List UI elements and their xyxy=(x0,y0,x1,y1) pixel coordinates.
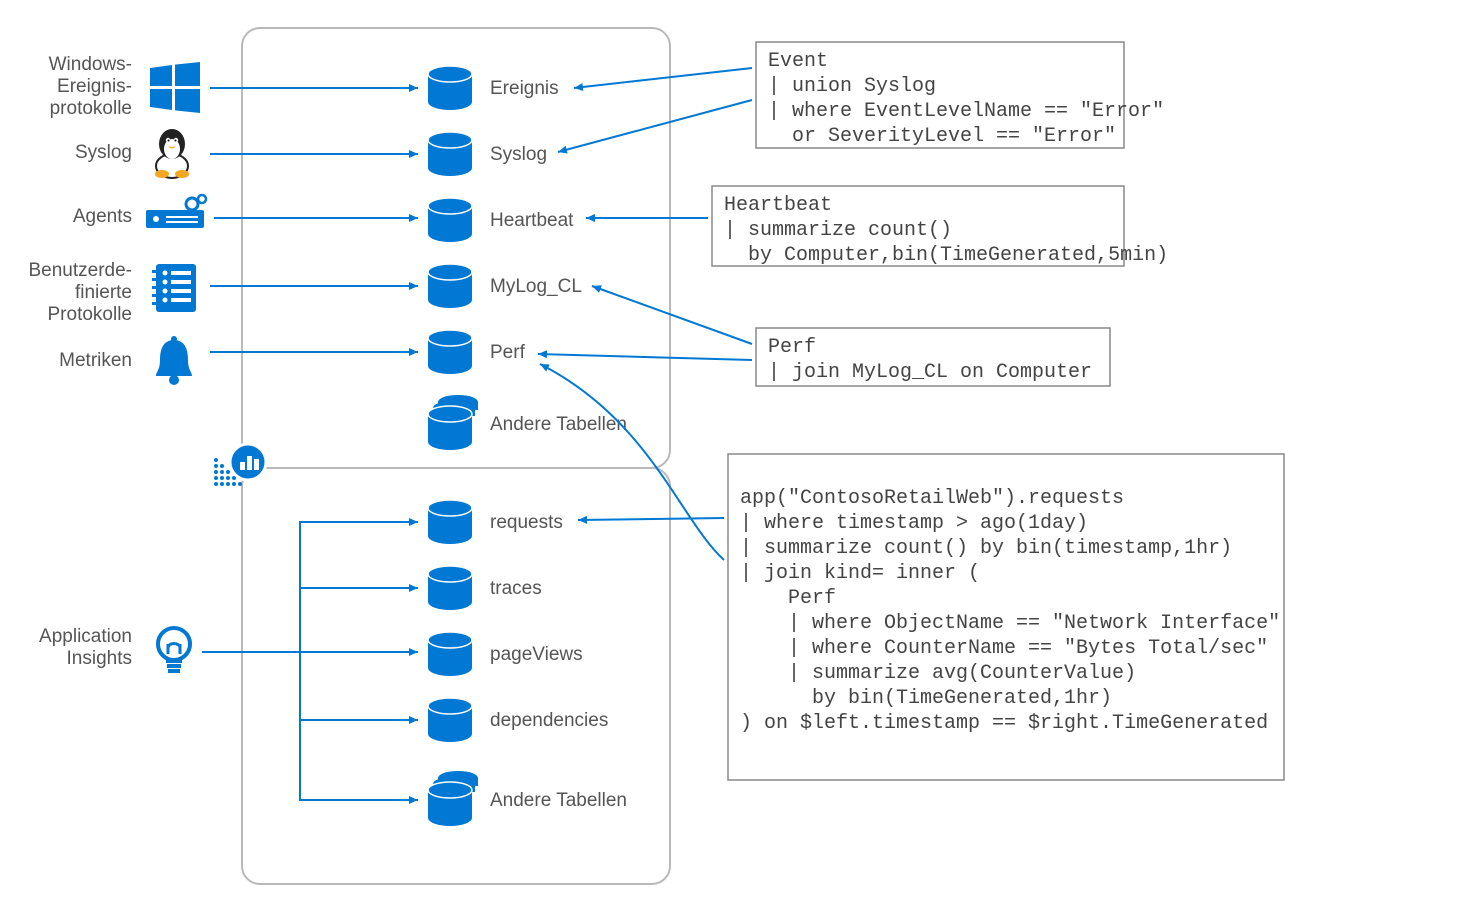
bell-icon xyxy=(156,336,192,385)
query-box-3: Perf| join MyLog_CL on Computer xyxy=(756,328,1110,386)
query-box-1: Event| union Syslog| where EventLevelNam… xyxy=(756,42,1164,148)
table-ereignis: Ereignis xyxy=(428,66,559,110)
source-label: Syslog xyxy=(75,142,132,163)
table-label: requests xyxy=(490,512,563,533)
table-label: Syslog xyxy=(490,144,547,165)
source-syslog: Syslog xyxy=(75,129,189,178)
source-appinsights: ApplicationInsights xyxy=(39,626,190,673)
db-icon xyxy=(428,698,472,742)
table-traces: traces xyxy=(428,566,542,610)
table-dependencies: dependencies xyxy=(428,698,608,742)
db-icon xyxy=(428,66,472,110)
db-icon xyxy=(428,500,472,544)
db-icon xyxy=(428,264,472,308)
source-agents: Agents xyxy=(73,195,206,228)
table-label: Heartbeat xyxy=(490,210,574,231)
source-label: Windows-Ereignis-protokolle xyxy=(49,54,132,119)
table-label: Andere Tabellen xyxy=(490,790,627,811)
query-box-2: Heartbeat| summarize count() by Computer… xyxy=(712,186,1168,267)
analytics-icon xyxy=(214,444,266,486)
table-label: pageViews xyxy=(490,644,583,665)
table-label: dependencies xyxy=(490,710,608,731)
query-box-4: app("ContosoRetailWeb").requests| where … xyxy=(728,454,1284,780)
source-metrics: Metriken xyxy=(59,336,192,385)
table-label: Perf xyxy=(490,342,526,363)
appinsights-arrows xyxy=(202,522,418,800)
table-mylog: MyLog_CL xyxy=(428,264,582,308)
source-label: ApplicationInsights xyxy=(39,626,132,669)
table-pageviews: pageViews xyxy=(428,632,583,676)
table-label: Ereignis xyxy=(490,78,559,99)
bulb-icon xyxy=(158,628,190,673)
server-icon xyxy=(146,195,206,228)
table-other-2: Andere Tabellen xyxy=(428,771,627,826)
source-windows: Windows-Ereignis-protokolle xyxy=(49,54,200,119)
table-perf: Perf xyxy=(428,330,526,374)
source-label: Benutzerde-finierteProtokolle xyxy=(28,260,132,325)
table-label: Andere Tabellen xyxy=(490,414,627,435)
db-icon xyxy=(428,330,472,374)
source-label: Agents xyxy=(73,206,132,227)
table-label: MyLog_CL xyxy=(490,276,582,297)
db-icon xyxy=(428,632,472,676)
list-icon xyxy=(152,264,196,312)
windows-icon xyxy=(150,62,200,113)
tux-icon xyxy=(155,129,189,178)
dbstack-icon xyxy=(428,395,478,450)
db-icon xyxy=(428,566,472,610)
db-icon xyxy=(428,132,472,176)
table-label: traces xyxy=(490,578,542,599)
table-requests: requests xyxy=(428,500,563,544)
table-syslog: Syslog xyxy=(428,132,547,176)
table-heartbeat: Heartbeat xyxy=(428,198,574,242)
query-arrows xyxy=(538,68,752,560)
dbstack-icon xyxy=(428,771,478,826)
source-customlogs: Benutzerde-finierteProtokolle xyxy=(28,260,196,325)
db-icon xyxy=(428,198,472,242)
source-label: Metriken xyxy=(59,350,132,371)
